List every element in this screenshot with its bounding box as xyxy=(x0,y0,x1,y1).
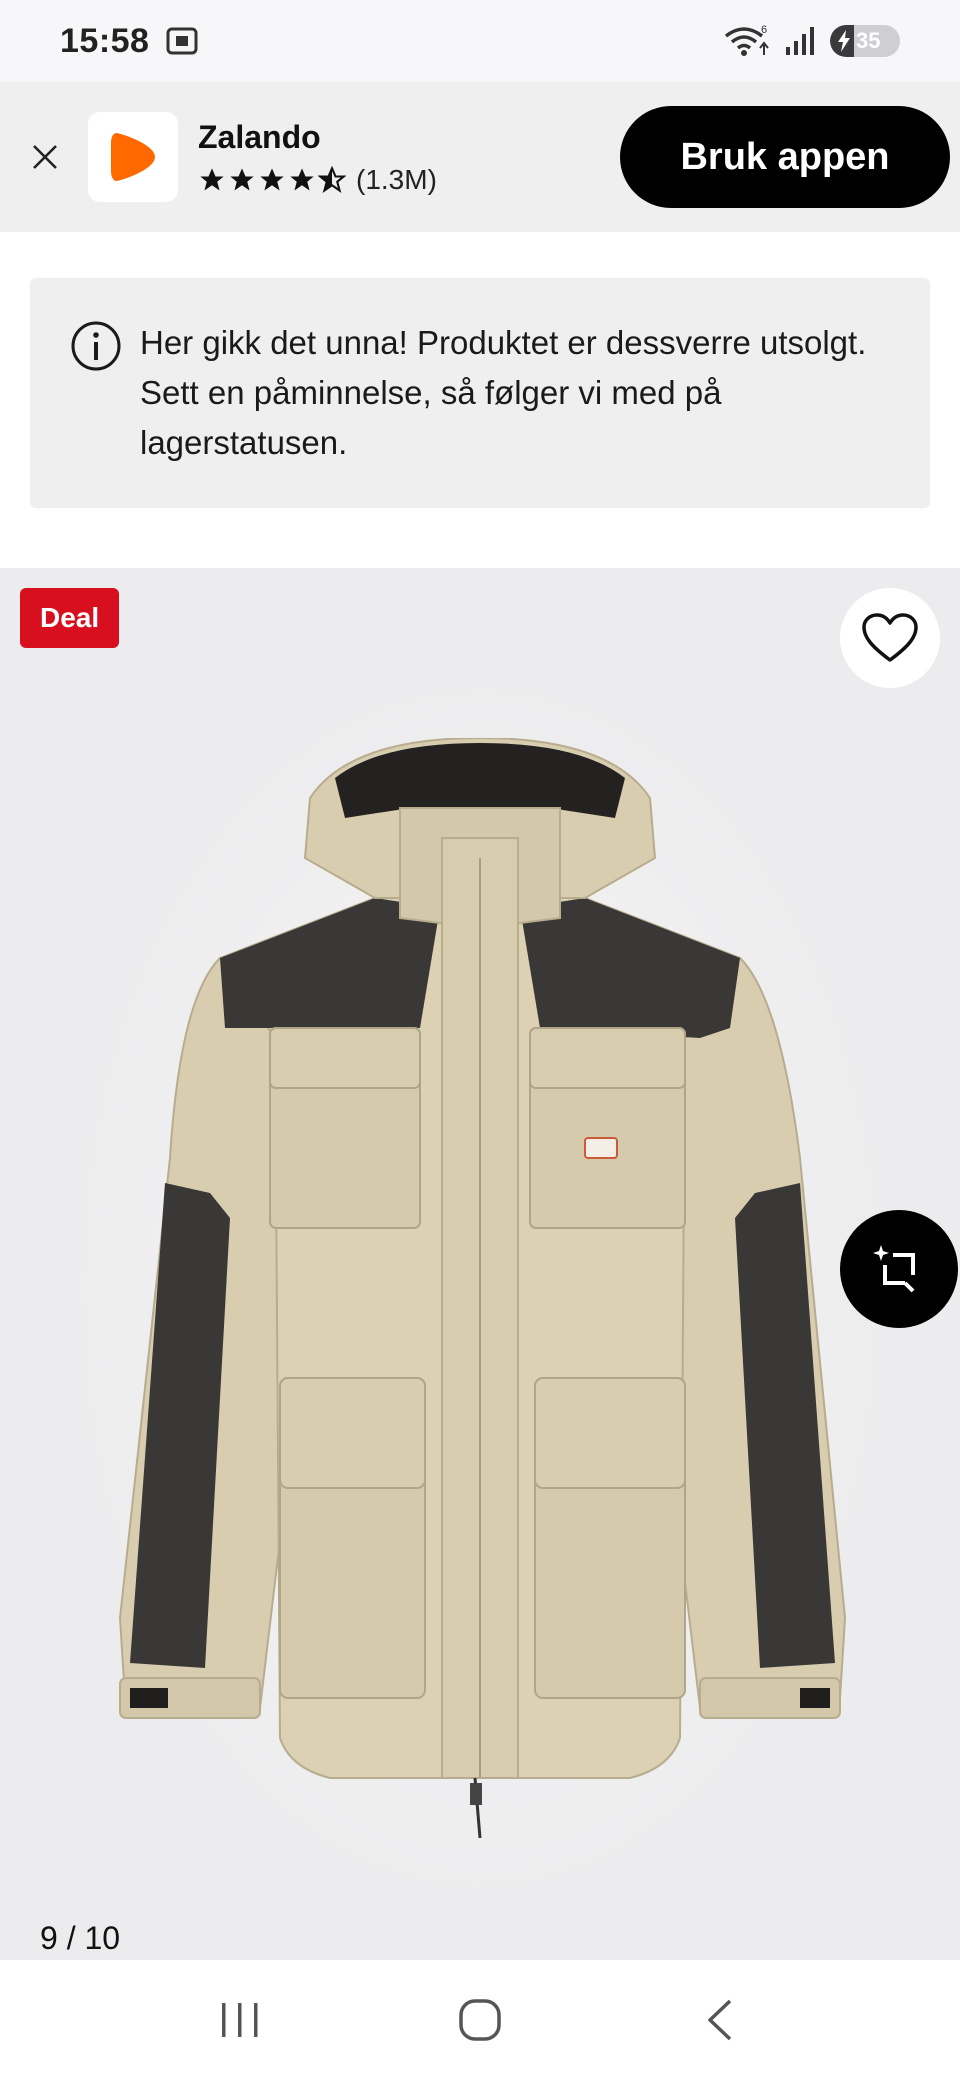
out-of-stock-notice: Her gikk det unna! Produktet er dessverr… xyxy=(30,278,930,508)
star-half-icon xyxy=(318,165,346,193)
star-icon xyxy=(260,167,284,190)
battery-charging-icon: 35 xyxy=(830,25,900,57)
zalando-logo-icon xyxy=(111,133,155,181)
rating-count: (1.3M) xyxy=(356,163,437,195)
app-name: Zalando xyxy=(198,118,321,155)
svg-text:6: 6 xyxy=(761,24,767,36)
product-image-gallery[interactable]: Deal 9 / 10 xyxy=(0,568,960,1960)
status-bar: 15:58 6 35 xyxy=(0,0,960,82)
status-time: 15:58 xyxy=(60,21,150,60)
star-icon xyxy=(230,167,254,190)
battery-level: 35 xyxy=(856,28,881,53)
screenshot-icon xyxy=(166,27,198,55)
find-similar-button[interactable] xyxy=(840,1210,958,1328)
back-button[interactable] xyxy=(680,1980,760,2060)
app-info: Zalando (1.3M) xyxy=(198,119,437,196)
system-nav-bar xyxy=(0,1960,960,2080)
star-icon xyxy=(290,167,314,190)
close-icon xyxy=(33,145,57,169)
back-icon xyxy=(708,1999,732,2041)
heart-icon xyxy=(862,613,918,662)
sparkle-crop-icon xyxy=(873,1245,915,1293)
home-icon xyxy=(459,1999,501,2041)
notice-text: Her gikk det unna! Produktet er dessverr… xyxy=(140,324,867,461)
close-banner-button[interactable] xyxy=(22,134,68,180)
star-icon xyxy=(200,167,224,190)
wifi-icon: 6 xyxy=(724,24,769,56)
signal-icon xyxy=(786,27,814,55)
screen: 15:58 6 35 Zalando (1.3M) Bruk appen Her… xyxy=(0,0,960,2080)
image-counter: 9 / 10 xyxy=(40,1920,121,1956)
rating-stars xyxy=(198,165,346,194)
info-icon xyxy=(71,321,121,371)
status-icons: 6 35 xyxy=(724,24,900,58)
home-button[interactable] xyxy=(440,1980,520,2060)
recent-apps-button[interactable] xyxy=(200,1980,280,2060)
product-image xyxy=(118,738,847,1839)
app-rating: (1.3M) xyxy=(198,164,437,196)
recent-apps-icon xyxy=(222,2003,258,2037)
wishlist-button[interactable] xyxy=(840,588,940,688)
deal-badge: Deal xyxy=(20,588,120,648)
app-install-banner: Zalando (1.3M) Bruk appen xyxy=(0,82,960,232)
app-logo xyxy=(88,112,178,202)
use-app-button[interactable]: Bruk appen xyxy=(620,106,950,208)
